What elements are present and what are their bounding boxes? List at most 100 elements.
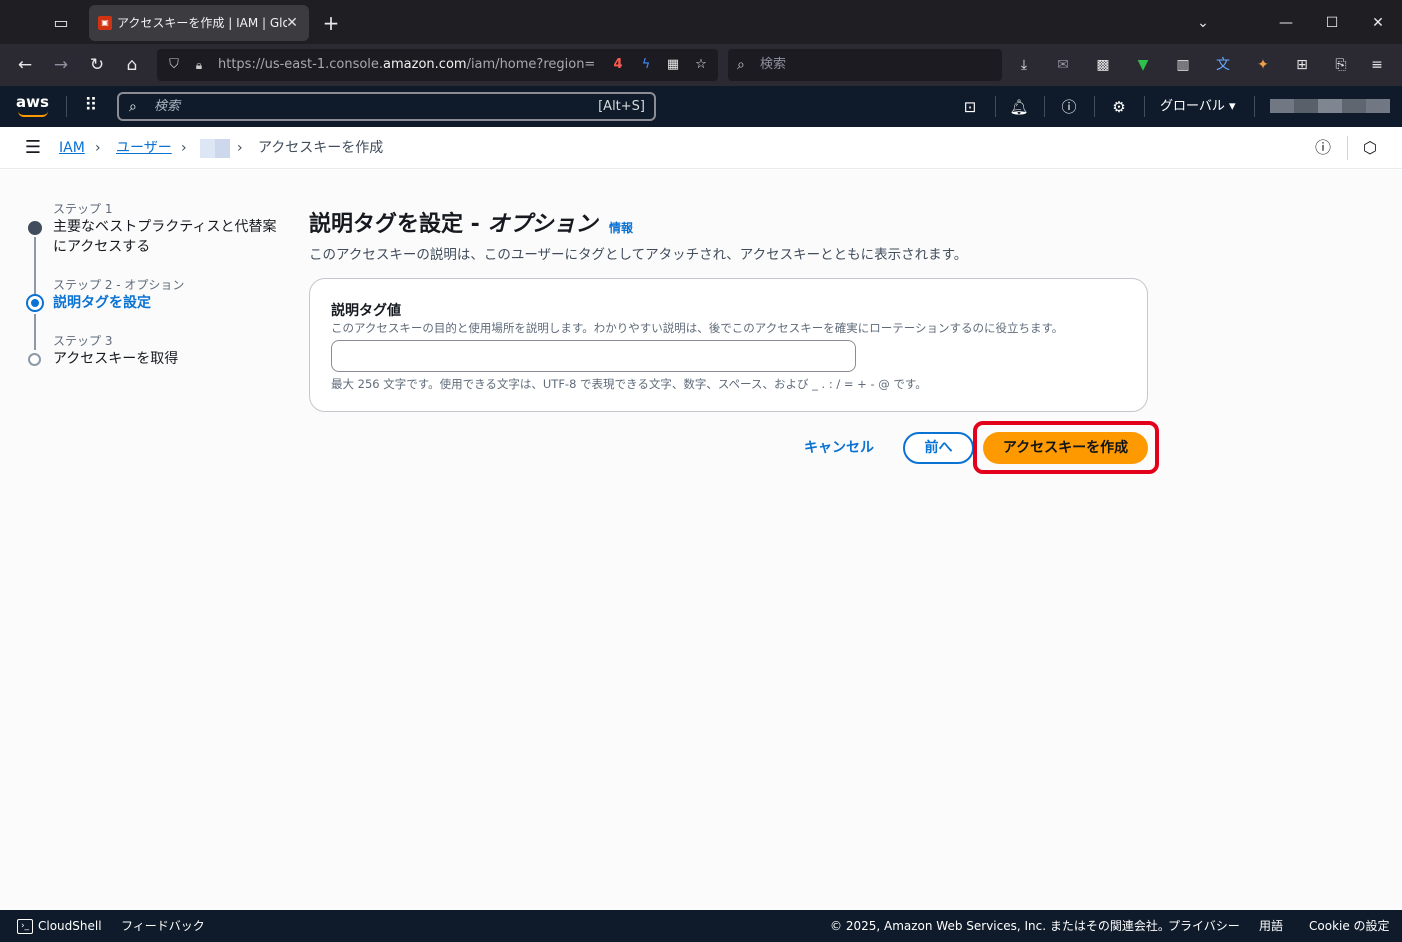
cloudshell-icon[interactable]: ⊡: [958, 95, 982, 119]
translate-extension-icon[interactable]: 4: [607, 55, 629, 75]
side-nav-hamburger-icon[interactable]: ☰: [22, 137, 44, 159]
step-1-label: ステップ 1: [53, 202, 113, 216]
cookie-settings-link[interactable]: Cookie の設定: [1309, 910, 1390, 942]
cloudshell-link[interactable]: CloudShell: [38, 910, 102, 942]
step-2-active-dot-icon: [26, 294, 44, 312]
new-tab-icon[interactable]: +: [318, 10, 344, 36]
info-panel-icon[interactable]: ⓘ: [1312, 137, 1334, 159]
description-tag-container: 説明タグ値 このアクセスキーの目的と使用場所を説明します。わかりやすい説明は、後…: [309, 278, 1148, 412]
breadcrumb-bar: ☰ IAM › ユーザー › › アクセスキーを作成 ⓘ ⬡: [0, 127, 1402, 169]
main-content: ステップ 1 主要なベストプラクティスと代替案にアクセスする ステップ 2 - …: [0, 170, 1402, 910]
help-panel-icon[interactable]: ⬡: [1359, 137, 1381, 159]
window-maximize-icon[interactable]: ☐: [1317, 10, 1347, 36]
step-1-title[interactable]: 主要なベストプラクティスと代替案にアクセスする: [53, 217, 283, 257]
copyright-text: © 2025, Amazon Web Services, Inc. またはその関…: [830, 919, 1170, 933]
header-separator: [1254, 96, 1255, 117]
breadcrumb-chevron-icon: ›: [181, 140, 187, 156]
header-separator: [1044, 96, 1045, 117]
aws-header: aws ⠿ ⌕ 検索 [Alt+S] ⊡ 🔔︎ ⓘ ⚙ グローバル ▾: [0, 86, 1402, 127]
url-bar[interactable]: ⛉ 🔒︎ https://us-east-1.console.amazon.co…: [157, 49, 718, 81]
settings-gear-icon[interactable]: ⚙: [1107, 95, 1131, 119]
breadcrumb-users[interactable]: ユーザー: [116, 127, 172, 169]
page-title-option: オプション: [487, 212, 598, 237]
pattern-extension-icon[interactable]: ▩: [1091, 53, 1115, 77]
trash-icon[interactable]: ▥: [1171, 53, 1195, 77]
step-2-title: 説明タグを設定: [53, 295, 151, 311]
tab-close-icon[interactable]: ✕: [283, 14, 301, 32]
search-shortcut: [Alt+S]: [598, 99, 645, 114]
aws-search-input[interactable]: ⌕ 検索 [Alt+S]: [117, 92, 656, 121]
tab-overflow-chevron-icon[interactable]: ⌄: [1188, 10, 1218, 36]
window-minimize-icon[interactable]: —: [1271, 10, 1301, 36]
step-connector: [34, 314, 36, 350]
breadcrumb-current: アクセスキーを作成: [258, 140, 384, 156]
page-title: 説明タグを設定 - オプション: [309, 206, 597, 238]
translate-icon[interactable]: 文: [1211, 53, 1235, 77]
info-link[interactable]: 情報: [609, 219, 633, 236]
breadcrumb-chevron-icon: ›: [95, 140, 101, 156]
header-separator: [1094, 96, 1095, 117]
step-connector: [34, 237, 36, 297]
browser-tab-active[interactable]: ▣ アクセスキーを作成 | IAM | Global ✕: [89, 5, 309, 41]
url-text[interactable]: https://us-east-1.console.amazon.com/iam…: [218, 49, 598, 81]
browser-search-bar[interactable]: ⌕ 検索: [728, 49, 1002, 81]
mail-icon[interactable]: ✉: [1051, 53, 1075, 77]
tab-list-icon[interactable]: ▭: [47, 10, 75, 36]
cancel-button[interactable]: キャンセル: [796, 432, 882, 464]
search-icon: ⌕: [129, 99, 137, 115]
breadcrumb-iam[interactable]: IAM: [59, 127, 85, 169]
previous-button[interactable]: 前へ: [903, 432, 974, 464]
aws-logo[interactable]: aws: [16, 93, 52, 119]
back-arrow-icon[interactable]: ←: [12, 52, 38, 78]
description-tag-help: このアクセスキーの目的と使用場所を説明します。わかりやすい説明は、後でこのアクセ…: [331, 321, 1064, 335]
create-access-key-button[interactable]: アクセスキーを作成: [983, 432, 1148, 464]
menu-icon[interactable]: ≡: [1365, 53, 1389, 77]
lock-icon[interactable]: 🔒︎: [191, 55, 207, 75]
aws-service-icon: ▣: [98, 16, 112, 30]
step-1-completed-dot-icon: [28, 221, 42, 235]
green-download-extension-icon[interactable]: ▼: [1131, 53, 1155, 77]
breadcrumb-divider: [1347, 136, 1348, 160]
description-tag-input[interactable]: [331, 340, 856, 372]
aws-search-placeholder: 検索: [154, 99, 181, 114]
step-2-label: ステップ 2 - オプション: [53, 278, 185, 292]
home-icon[interactable]: ⌂: [119, 52, 145, 78]
notifications-bell-icon[interactable]: 🔔︎: [1007, 95, 1031, 119]
window-close-icon[interactable]: ✕: [1363, 10, 1393, 36]
download-icon[interactable]: ⤓: [1012, 53, 1036, 77]
step-3-pending-dot-icon: [28, 353, 41, 366]
description-tag-constraint: 最大 256 文字です。使用できる文字は、UTF-8 で表現できる文字、数字、ス…: [331, 377, 927, 391]
help-icon[interactable]: ⓘ: [1057, 95, 1081, 119]
console-footer: ›_ CloudShell フィードバック © 2025, Amazon Web…: [0, 910, 1402, 942]
tab-title: アクセスキーを作成 | IAM | Global: [117, 16, 287, 30]
forward-arrow-icon[interactable]: →: [48, 52, 74, 78]
aws-logo-text: aws: [16, 93, 49, 111]
breadcrumb-chevron-icon: ›: [237, 140, 243, 156]
search-icon: ⌕: [737, 57, 745, 73]
feedback-link[interactable]: フィードバック: [121, 910, 205, 942]
account-menu-redacted[interactable]: [1270, 99, 1390, 113]
page-title-main: 説明タグを設定 -: [309, 212, 488, 237]
description-tag-label: 説明タグ値: [331, 303, 401, 319]
services-grid-icon[interactable]: ⠿: [80, 95, 102, 117]
extensions-icon[interactable]: ⎘: [1329, 53, 1353, 77]
page-description: このアクセスキーの説明は、このユーザーにタグとしてアタッチされ、アクセスキーとと…: [309, 247, 968, 263]
step-3-title: アクセスキーを取得: [53, 351, 179, 367]
cloudshell-icon[interactable]: ›_: [17, 919, 33, 934]
terms-link[interactable]: 用語: [1259, 910, 1283, 942]
header-divider: [66, 96, 67, 117]
privacy-link[interactable]: プライバシー: [1168, 910, 1240, 942]
apps-grid-icon[interactable]: ⊞: [1290, 53, 1314, 77]
browser-search-placeholder: 検索: [760, 57, 787, 72]
reload-icon[interactable]: ↻: [84, 52, 110, 78]
step-3-label: ステップ 3: [53, 334, 113, 348]
region-selector[interactable]: グローバル ▾: [1160, 86, 1236, 127]
browser-toolbar: ← → ↻ ⌂ ⛉ 🔒︎ https://us-east-1.console.a…: [0, 44, 1402, 86]
qr-code-icon[interactable]: ▦: [662, 55, 684, 75]
header-separator: [1144, 96, 1145, 117]
bookmark-star-icon[interactable]: ☆: [690, 55, 712, 75]
bolt-extension-icon[interactable]: ϟ: [635, 55, 657, 75]
breadcrumb-username-redacted[interactable]: [200, 139, 230, 158]
puzzle-piece-icon[interactable]: ✦: [1251, 53, 1275, 77]
tracking-shield-icon[interactable]: ⛉: [165, 55, 183, 75]
